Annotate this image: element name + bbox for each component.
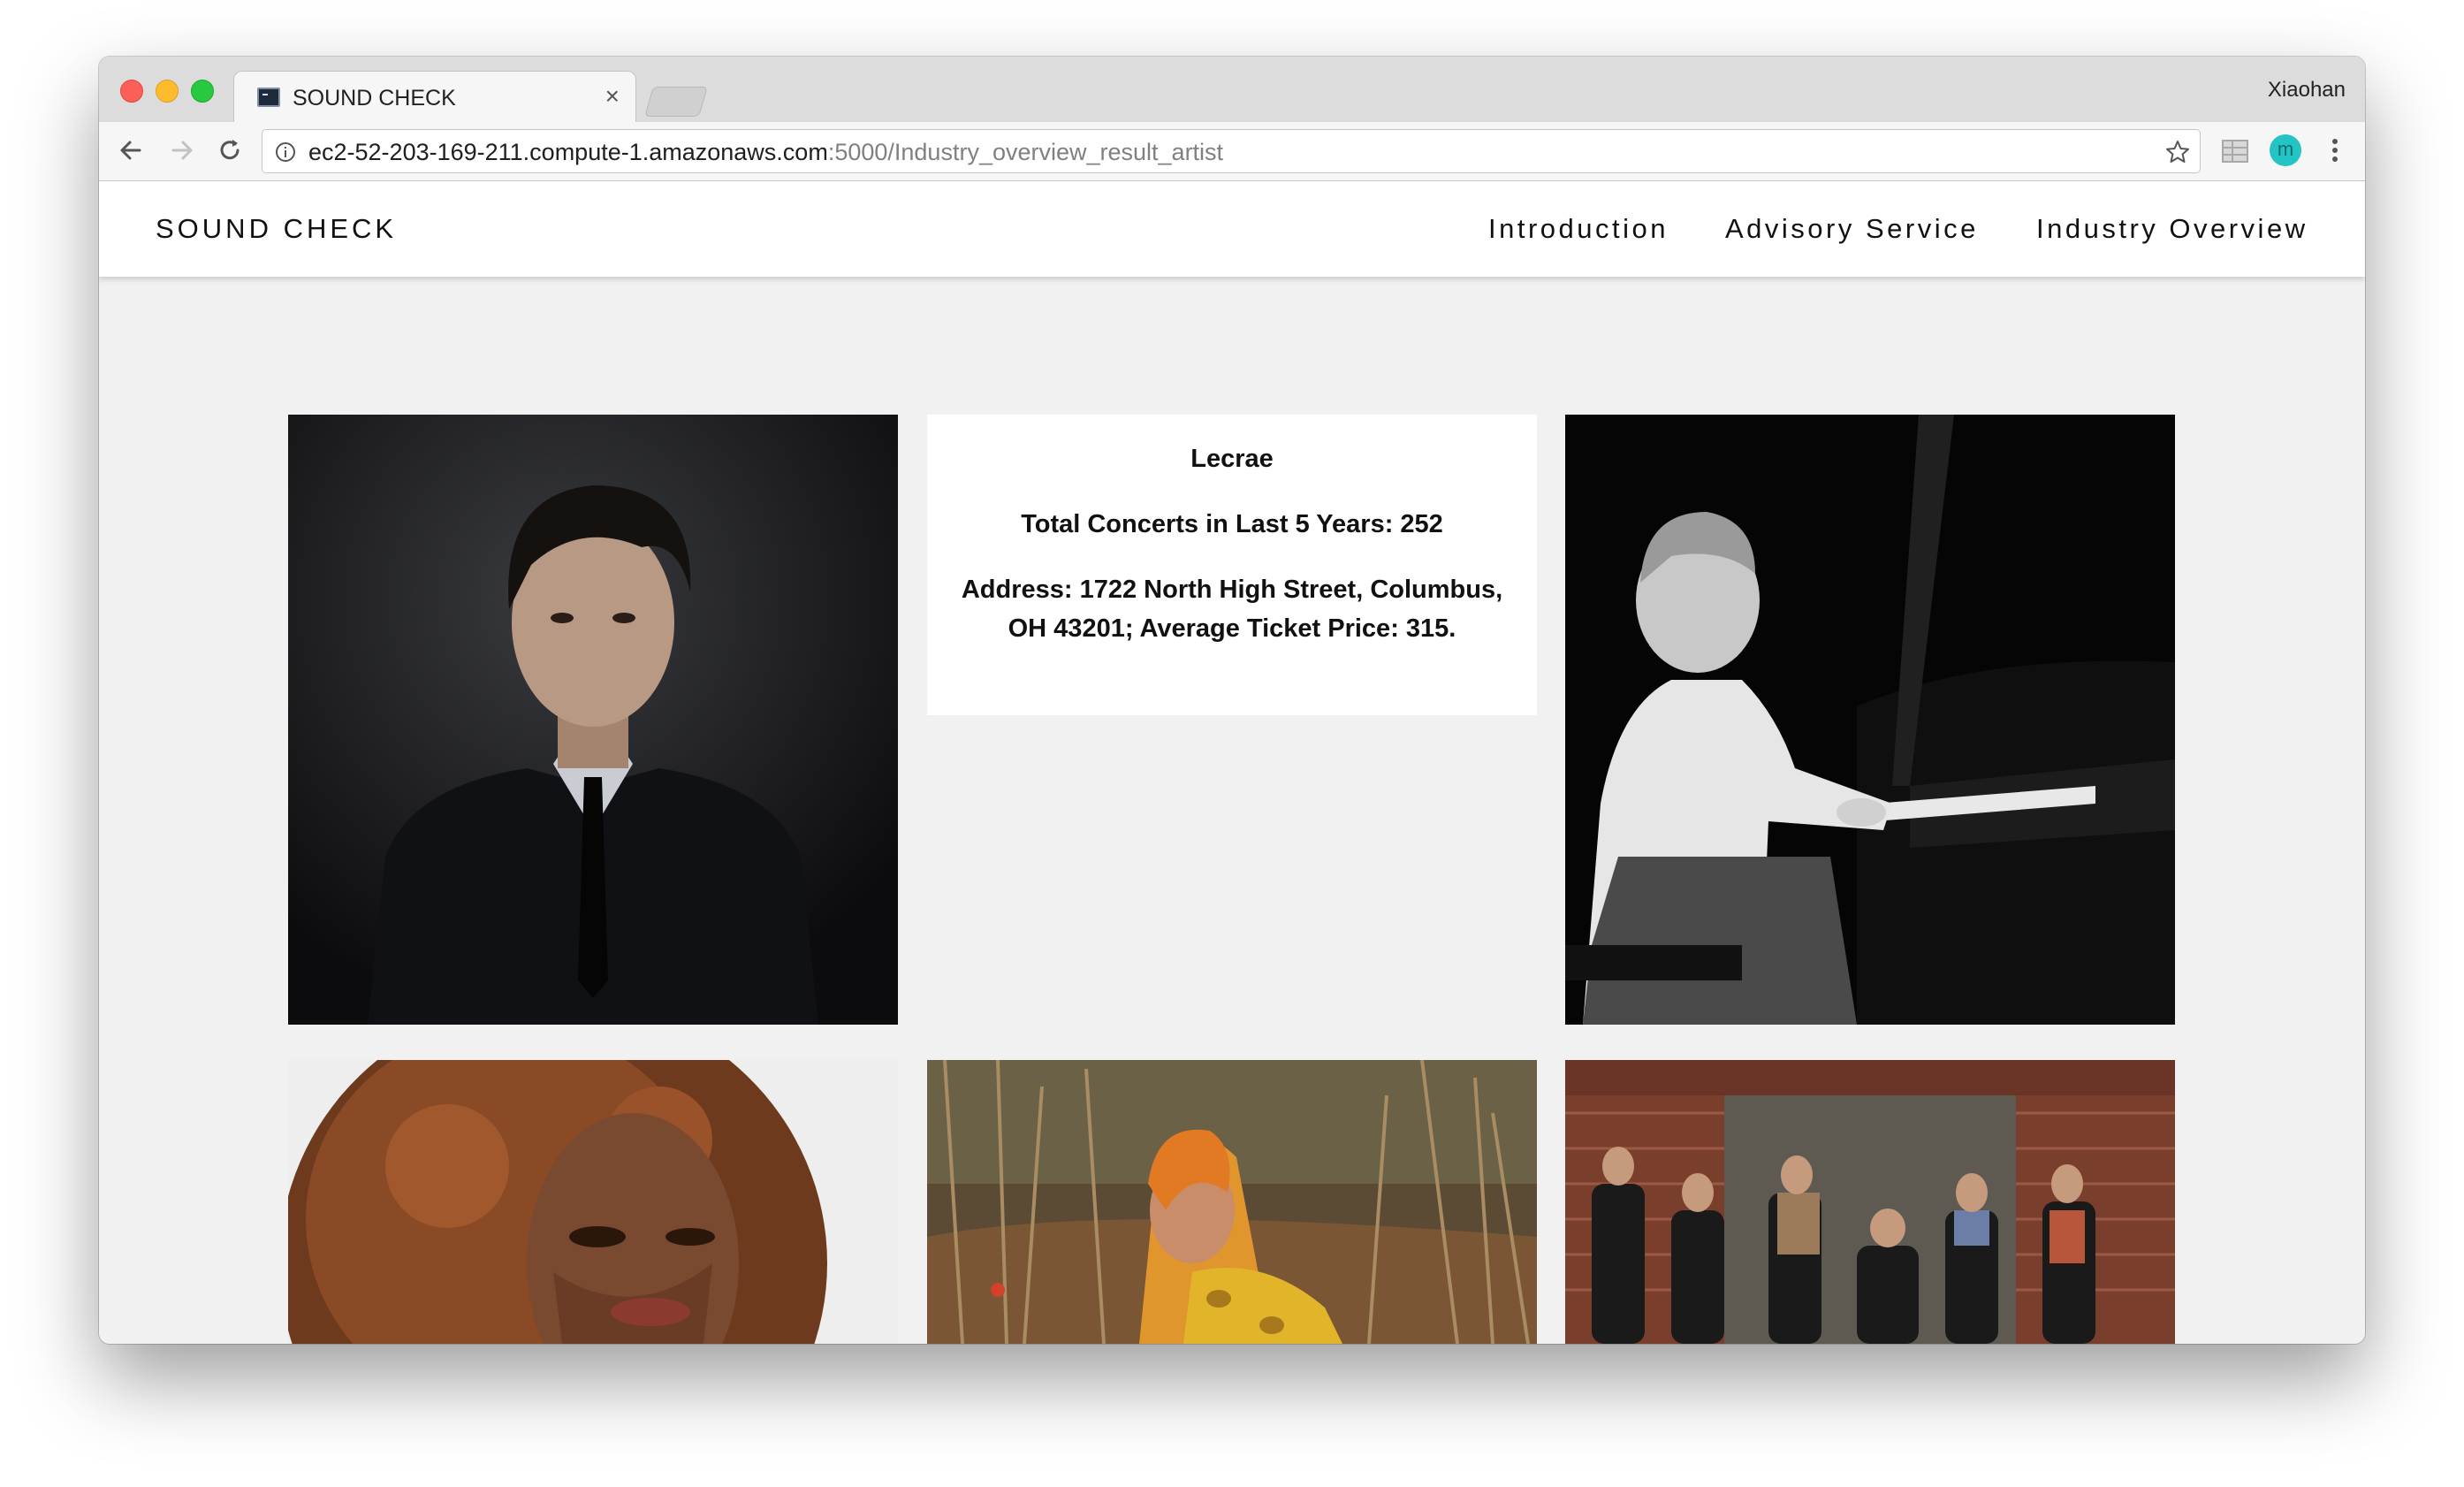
extension-m-icon[interactable]: m xyxy=(2270,134,2301,166)
back-arrow-icon[interactable] xyxy=(115,134,147,166)
artist-name: Lecrae xyxy=(1190,445,1274,473)
nav-advisory-service[interactable]: Advisory Service xyxy=(1725,213,1979,245)
artist-photo-5[interactable] xyxy=(927,1060,1537,1344)
maximize-window-button[interactable] xyxy=(191,80,214,103)
forward-arrow-icon[interactable] xyxy=(166,134,198,166)
tab-sound-check[interactable]: SOUND CHECK × xyxy=(233,71,636,125)
url-text[interactable]: ec2-52-203-169-211.compute-1.amazonaws.c… xyxy=(308,139,1223,166)
artist-photo-3[interactable] xyxy=(1565,415,2175,1025)
browser-toolbar: ec2-52-203-169-211.compute-1.amazonaws.c… xyxy=(99,122,2365,181)
terminal-favicon-icon xyxy=(257,88,280,107)
artist-photo-1[interactable] xyxy=(288,415,898,1025)
site-brand-link[interactable]: SOUND CHECK xyxy=(156,213,397,245)
artist-photo-6[interactable] xyxy=(1565,1060,2175,1344)
page-content: SOUND CHECK Introduction Advisory Servic… xyxy=(99,181,2365,1344)
artist-info-card: Lecrae Total Concerts in Last 5 Years: 2… xyxy=(927,415,1537,715)
nav-introduction[interactable]: Introduction xyxy=(1488,213,1669,245)
nav-industry-overview[interactable]: Industry Overview xyxy=(2036,213,2308,245)
artist-total-concerts: Total Concerts in Last 5 Years: 252 xyxy=(1021,510,1443,538)
bookmark-star-icon[interactable] xyxy=(2164,139,2191,165)
address-bar[interactable]: ec2-52-203-169-211.compute-1.amazonaws.c… xyxy=(262,129,2201,173)
extension-grid-icon[interactable] xyxy=(2220,136,2250,166)
site-navbar: SOUND CHECK Introduction Advisory Servic… xyxy=(99,181,2365,277)
profile-name[interactable]: Xiaohan xyxy=(2268,78,2346,103)
browser-window: SOUND CHECK × Xiaohan ec2-52-203-169-211… xyxy=(99,57,2365,1344)
url-host: ec2-52-203-169-211.compute-1.amazonaws.c… xyxy=(308,139,828,165)
new-tab-button[interactable] xyxy=(644,87,708,117)
close-window-button[interactable] xyxy=(120,80,143,103)
artist-photo-4[interactable] xyxy=(288,1060,898,1344)
url-path: :5000/Industry_overview_result_artist xyxy=(827,139,1224,165)
artist-address-price: Address: 1722 North High Street, Columbu… xyxy=(961,576,1503,643)
tab-close-icon[interactable]: × xyxy=(605,82,620,111)
info-icon[interactable] xyxy=(275,141,296,163)
tab-title: SOUND CHECK xyxy=(293,86,456,111)
more-menu-icon[interactable] xyxy=(2326,134,2344,166)
tab-strip: SOUND CHECK × Xiaohan xyxy=(99,57,2365,125)
reload-icon[interactable] xyxy=(214,134,246,166)
minimize-window-button[interactable] xyxy=(156,80,179,103)
